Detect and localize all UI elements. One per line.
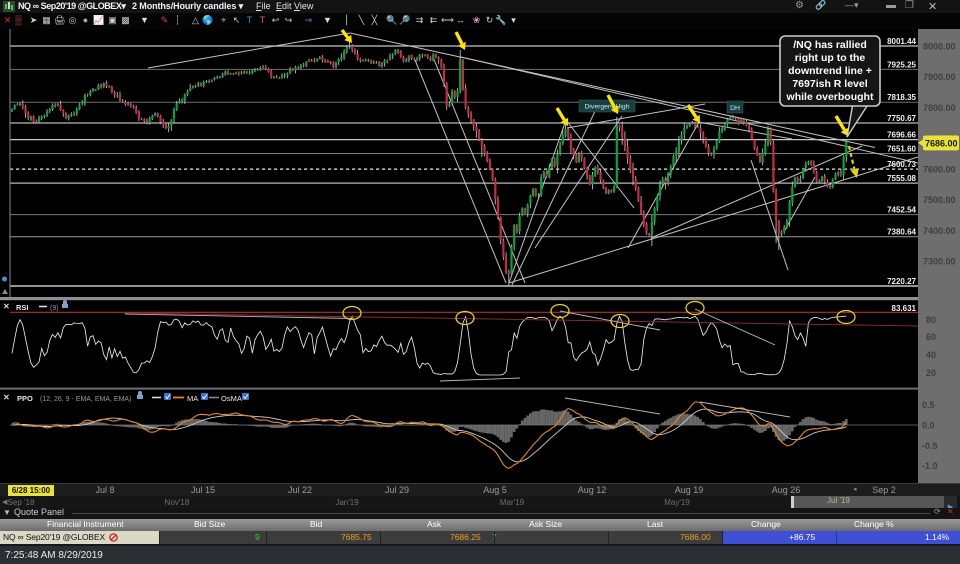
- svg-text:0.0: 0.0: [922, 421, 935, 431]
- svg-text:DH: DH: [730, 105, 740, 112]
- svg-text:80: 80: [926, 315, 936, 325]
- svg-text:0.5: 0.5: [922, 400, 935, 410]
- svg-text:7500.00: 7500.00: [923, 195, 956, 205]
- svg-text:7380.64: 7380.64: [887, 228, 916, 237]
- svg-text:✕: ✕: [3, 393, 10, 402]
- svg-text:(9): (9): [50, 305, 59, 312]
- svg-text:7452.54: 7452.54: [887, 206, 916, 215]
- svg-text:7651.60: 7651.60: [887, 145, 916, 154]
- svg-text:while overbought: while overbought: [786, 91, 874, 103]
- svg-text:right up to the: right up to the: [795, 52, 866, 64]
- svg-text:downtrend line +: downtrend line +: [788, 65, 872, 77]
- svg-text:7600.00: 7600.00: [923, 164, 956, 174]
- svg-text:40: 40: [926, 350, 936, 360]
- svg-text:7697ish R level: 7697ish R level: [792, 78, 867, 90]
- svg-text:7900.00: 7900.00: [923, 72, 956, 82]
- svg-text:OsMA: OsMA: [221, 394, 242, 403]
- svg-text:20: 20: [926, 368, 936, 378]
- svg-text:7800.00: 7800.00: [923, 103, 956, 113]
- svg-text:7555.08: 7555.08: [887, 174, 916, 183]
- svg-text:8001.44: 8001.44: [887, 37, 916, 46]
- svg-text:-0.5: -0.5: [922, 441, 938, 451]
- svg-text:7686.00: 7686.00: [925, 138, 958, 148]
- svg-text:MA: MA: [187, 394, 198, 403]
- svg-text:83.631: 83.631: [892, 304, 917, 313]
- svg-text:7400.00: 7400.00: [923, 226, 956, 236]
- svg-text:8000.00: 8000.00: [923, 41, 956, 51]
- svg-text:7696.66: 7696.66: [887, 131, 916, 140]
- svg-text:-1.0: -1.0: [922, 461, 938, 471]
- svg-text:✕: ✕: [3, 302, 10, 311]
- svg-text:Divergent High: Divergent High: [585, 104, 630, 111]
- svg-text:7300.00: 7300.00: [923, 257, 956, 267]
- svg-text:60: 60: [926, 332, 936, 342]
- svg-text:/NQ has rallied: /NQ has rallied: [793, 39, 867, 51]
- svg-text:7925.25: 7925.25: [887, 60, 916, 69]
- svg-text:(12, 26, 9 - EMA, EMA, EMA): (12, 26, 9 - EMA, EMA, EMA): [40, 396, 131, 403]
- svg-text:7818.35: 7818.35: [887, 93, 916, 102]
- svg-text:7220.27: 7220.27: [887, 277, 916, 286]
- svg-text:PPO: PPO: [17, 394, 33, 403]
- svg-text:RSI: RSI: [16, 303, 29, 312]
- svg-text:7750.67: 7750.67: [887, 114, 916, 123]
